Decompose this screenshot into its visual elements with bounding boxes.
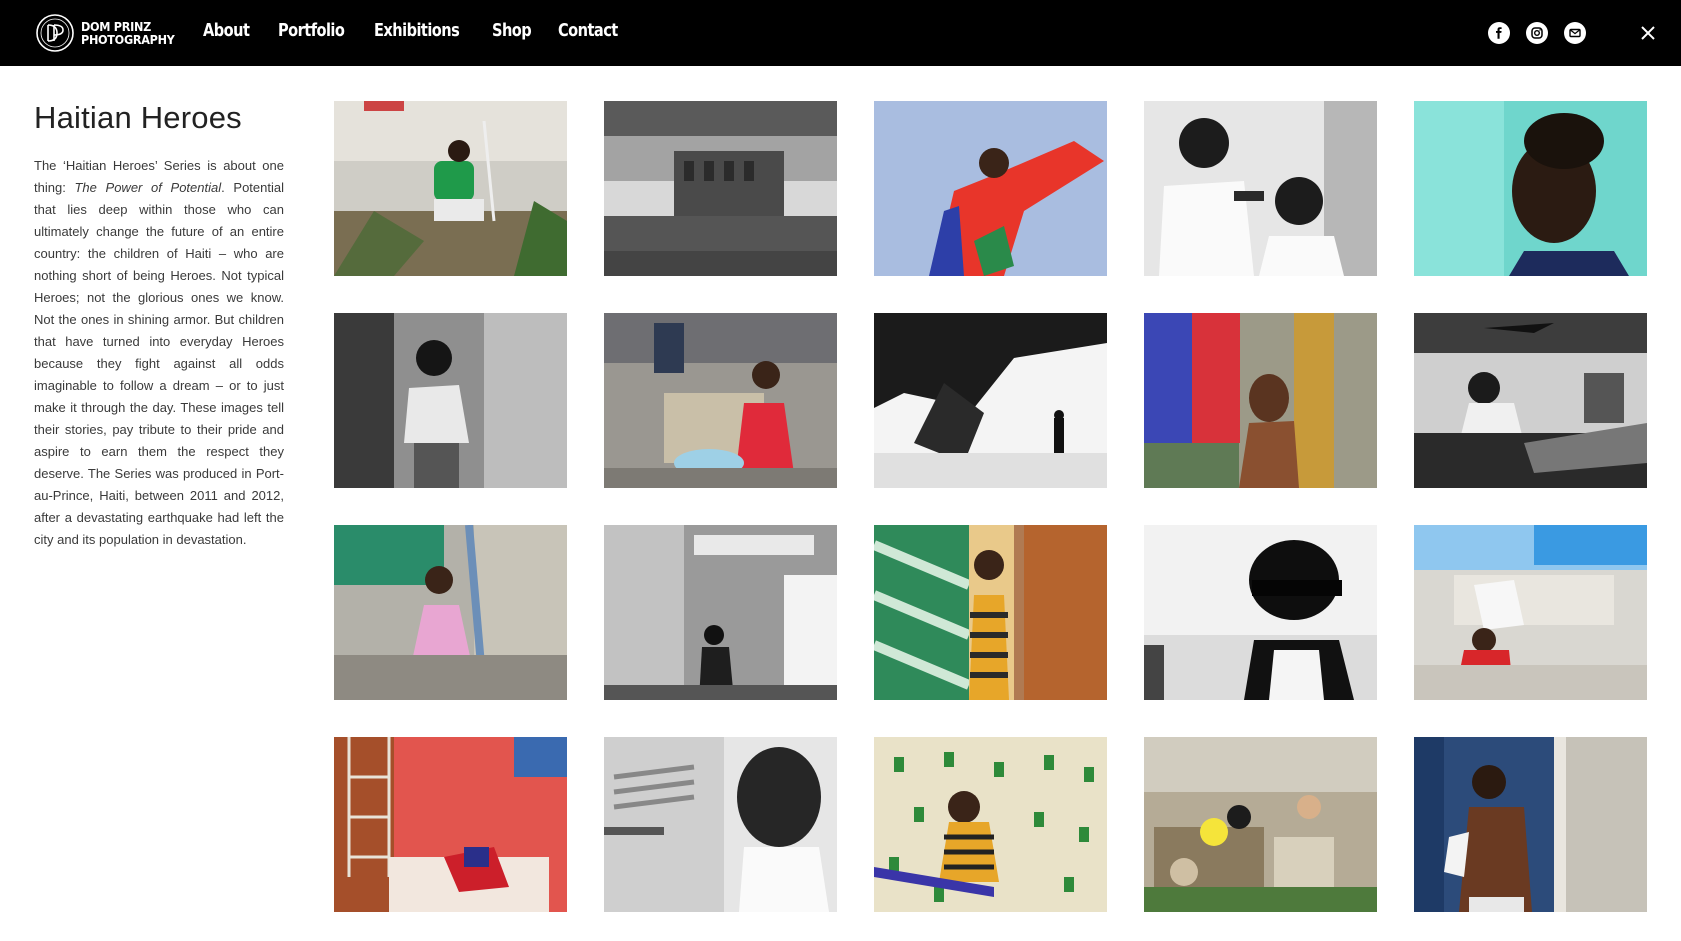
photo-thumbnail[interactable] (334, 101, 567, 276)
photo-thumbnail[interactable] (874, 525, 1107, 700)
photo-thumbnail[interactable] (604, 525, 837, 700)
nav-link-shop[interactable]: Shop (492, 18, 532, 44)
photo-thumbnail[interactable] (874, 313, 1107, 488)
photo-thumbnail[interactable] (1144, 737, 1377, 912)
nav-link-portfolio[interactable]: Portfolio (278, 18, 345, 44)
logo-text-line2: PHOTOGRAPHY (81, 32, 175, 47)
nav-link-contact[interactable]: Contact (558, 18, 618, 44)
photo-thumbnail[interactable] (604, 313, 837, 488)
logo-wordmark: DOM PRINZ PHOTOGRAPHY (81, 20, 175, 46)
nav-link-about[interactable]: About (203, 18, 250, 44)
facebook-icon[interactable] (1488, 22, 1510, 44)
project-description-part2: . Potential that lies deep within those … (34, 180, 284, 547)
project-description-emphasis: The Power of Potential (74, 180, 222, 195)
photo-thumbnail[interactable] (334, 737, 567, 912)
photo-thumbnail[interactable] (1414, 101, 1647, 276)
photo-thumbnail[interactable] (604, 101, 837, 276)
site-logo[interactable]: DOM PRINZ PHOTOGRAPHY (35, 12, 175, 54)
photo-thumbnail[interactable] (1144, 313, 1377, 488)
main-nav: About Portfolio Exhibitions Shop Contact (203, 18, 648, 44)
nav-link-exhibitions[interactable]: Exhibitions (374, 18, 460, 44)
photo-thumbnail[interactable] (1144, 101, 1377, 276)
photo-thumbnail[interactable] (1414, 313, 1647, 488)
photo-thumbnail[interactable] (874, 101, 1107, 276)
close-icon[interactable] (1637, 22, 1659, 44)
photo-thumbnail[interactable] (334, 313, 567, 488)
photo-thumbnail[interactable] (1144, 525, 1377, 700)
top-navigation-bar: DOM PRINZ PHOTOGRAPHY About Portfolio Ex… (0, 0, 1681, 66)
dp-monogram-icon (35, 13, 75, 53)
email-icon[interactable] (1564, 22, 1586, 44)
photo-thumbnail[interactable] (334, 525, 567, 700)
photo-thumbnail[interactable] (604, 737, 837, 912)
project-title: Haitian Heroes (34, 100, 242, 135)
photo-thumbnail[interactable] (1414, 737, 1647, 912)
photo-thumbnail[interactable] (1414, 525, 1647, 700)
project-description: The ‘Haitian Heroes’ Series is about one… (34, 155, 284, 551)
photo-thumbnail[interactable] (874, 737, 1107, 912)
photo-grid (334, 101, 1647, 912)
instagram-icon[interactable] (1526, 22, 1548, 44)
